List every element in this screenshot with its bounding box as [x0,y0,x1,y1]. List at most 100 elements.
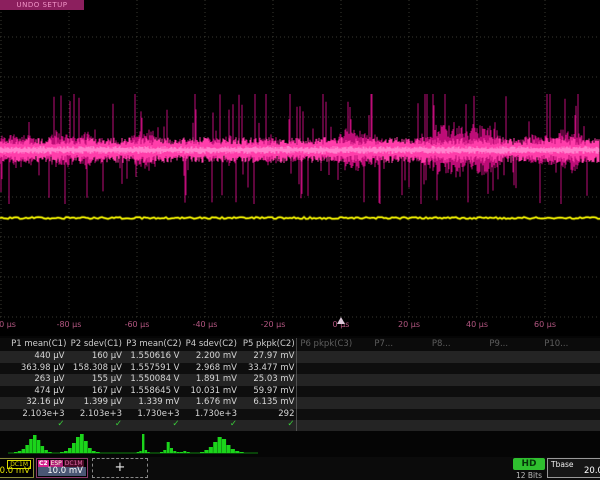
oscilloscope-screen: UNDO SETUP -100 µs-80 µs-60 µs-40 µs-20 … [0,0,600,480]
histicon-bar [137,452,139,453]
channel-c1-descriptor[interactable]: DC1M 10.0 mV [0,458,34,478]
c1-scale-value: 10.0 mV [0,467,30,476]
histicon-bar [187,452,190,453]
meas-column-header[interactable]: P10... [528,339,586,350]
waveform-grid: UNDO SETUP -100 µs-80 µs-60 µs-40 µs-20 … [0,0,600,336]
trigger-position-icon[interactable] [337,317,345,324]
meas-value: 1.676 mV [183,397,241,408]
add-trace-button[interactable]: + [92,458,148,478]
meas-value: 263 µV [10,374,68,385]
meas-column-header[interactable]: P3 mean(C2) [125,339,183,350]
histicon-bar [84,441,88,453]
histicon-bar [22,449,26,453]
time-tick-label: -20 µs [261,320,286,329]
histicon-bar [25,445,29,453]
hd-mode-badge: HD [513,458,545,470]
histicon-bar [68,448,72,453]
meas-value: 1.550616 V [125,351,183,362]
meas-value: 25.03 mV [240,374,298,385]
histicon-bar [218,437,222,453]
histicon-bar [213,442,217,453]
top-left-badge: UNDO SETUP [0,0,84,10]
meas-column-header[interactable]: P7... [355,339,413,350]
histicon-bar [33,435,37,453]
c2-scale-value: 10.0 mV [38,467,86,476]
histicon-bar [204,450,208,453]
histicon-bar [200,452,204,453]
meas-value: 363.98 µV [10,363,68,374]
meas-value: 1.557591 V [125,363,183,374]
waveform-plot [0,0,600,336]
histicon-bar [180,452,183,453]
timebase-descriptor[interactable]: Tbase 20.0 µs [547,458,600,478]
meas-value: 27.97 mV [240,351,298,362]
histicon-bar [41,446,45,453]
meas-value: 1.891 mV [183,374,241,385]
meas-status-check: ✓ [10,419,68,430]
histicon-bar [231,449,235,453]
histicon-bar [240,452,244,453]
meas-column-header[interactable]: P6 pkpk(C3) [298,339,356,350]
meas-status-check: ✓ [240,419,298,430]
histicon-bar [80,434,84,453]
meas-value: 440 µV [10,351,68,362]
time-tick-label: -100 µs [0,320,16,329]
histicon-bar [177,452,180,453]
time-tick-label: 60 µs [534,320,556,329]
histicon-bar [96,452,100,453]
histicon-bar [226,445,230,453]
meas-value: 10.031 mV [183,386,241,397]
hd-bits-label: 12 Bits [511,471,547,480]
meas-value: 33.477 mV [240,363,298,374]
meas-column-header[interactable]: P4 sdev(C2) [183,339,241,350]
meas-column-header[interactable]: P2 sdev(C1) [68,339,126,350]
measurement-histicons [0,433,600,457]
measurement-table-divider [296,338,297,431]
meas-value: 1.730e+3 [125,409,183,420]
meas-value: 1.558645 V [125,386,183,397]
channel-c2-descriptor[interactable]: C2ESPDC1M 10.0 mV [36,458,88,478]
meas-column-header[interactable]: P9... [470,339,528,350]
meas-value: 158.308 µV [68,363,126,374]
meas-value: 59.97 mV [240,386,298,397]
histicon-bar [37,440,41,453]
meas-value: 2.103e+3 [68,409,126,420]
meas-value: 474 µV [10,386,68,397]
histicon-bar [163,450,166,453]
histicon-bar [88,448,92,453]
meas-value: 292 [240,409,298,420]
measurement-table: P1 mean(C1)440 µV363.98 µV263 µV474 µV32… [0,338,600,431]
histicon-bar [173,451,176,453]
meas-column-header[interactable]: P11... [585,339,600,350]
meas-value: 2.200 mV [183,351,241,362]
time-tick-label: -60 µs [125,320,150,329]
histicon-bar [222,439,226,453]
histicon-bar [170,448,173,453]
histicon-bar [235,451,239,453]
histicon-bar [64,451,68,453]
histicon-bar [14,452,18,453]
histicon-bar [160,452,163,453]
histicon-bar [72,443,76,453]
meas-status-check: ✓ [68,419,126,430]
meas-value: 2.103e+3 [10,409,68,420]
time-tick-label: 20 µs [398,320,420,329]
meas-status-check: ✓ [183,419,241,430]
meas-column-header[interactable]: P1 mean(C1) [10,339,68,350]
meas-value: 1.339 mV [125,397,183,408]
histicon-bar [142,434,144,453]
histicon-bar [183,451,186,453]
meas-status-check: ✓ [125,419,183,430]
meas-value: 32.16 µV [10,397,68,408]
meas-column-header[interactable]: P5 pkpk(C2) [240,339,298,350]
histicon-bar [167,442,170,453]
grid-hlines [0,37,600,317]
time-tick-label: -40 µs [193,320,218,329]
timebase-value: 20.0 µs [584,466,600,476]
meas-value: 1.399 µV [68,397,126,408]
meas-value: 1.550084 V [125,374,183,385]
time-tick-label: 40 µs [466,320,488,329]
meas-column-header[interactable]: P8... [413,339,471,350]
meas-value: 6.135 mV [240,397,298,408]
histicon-bar [60,452,64,453]
